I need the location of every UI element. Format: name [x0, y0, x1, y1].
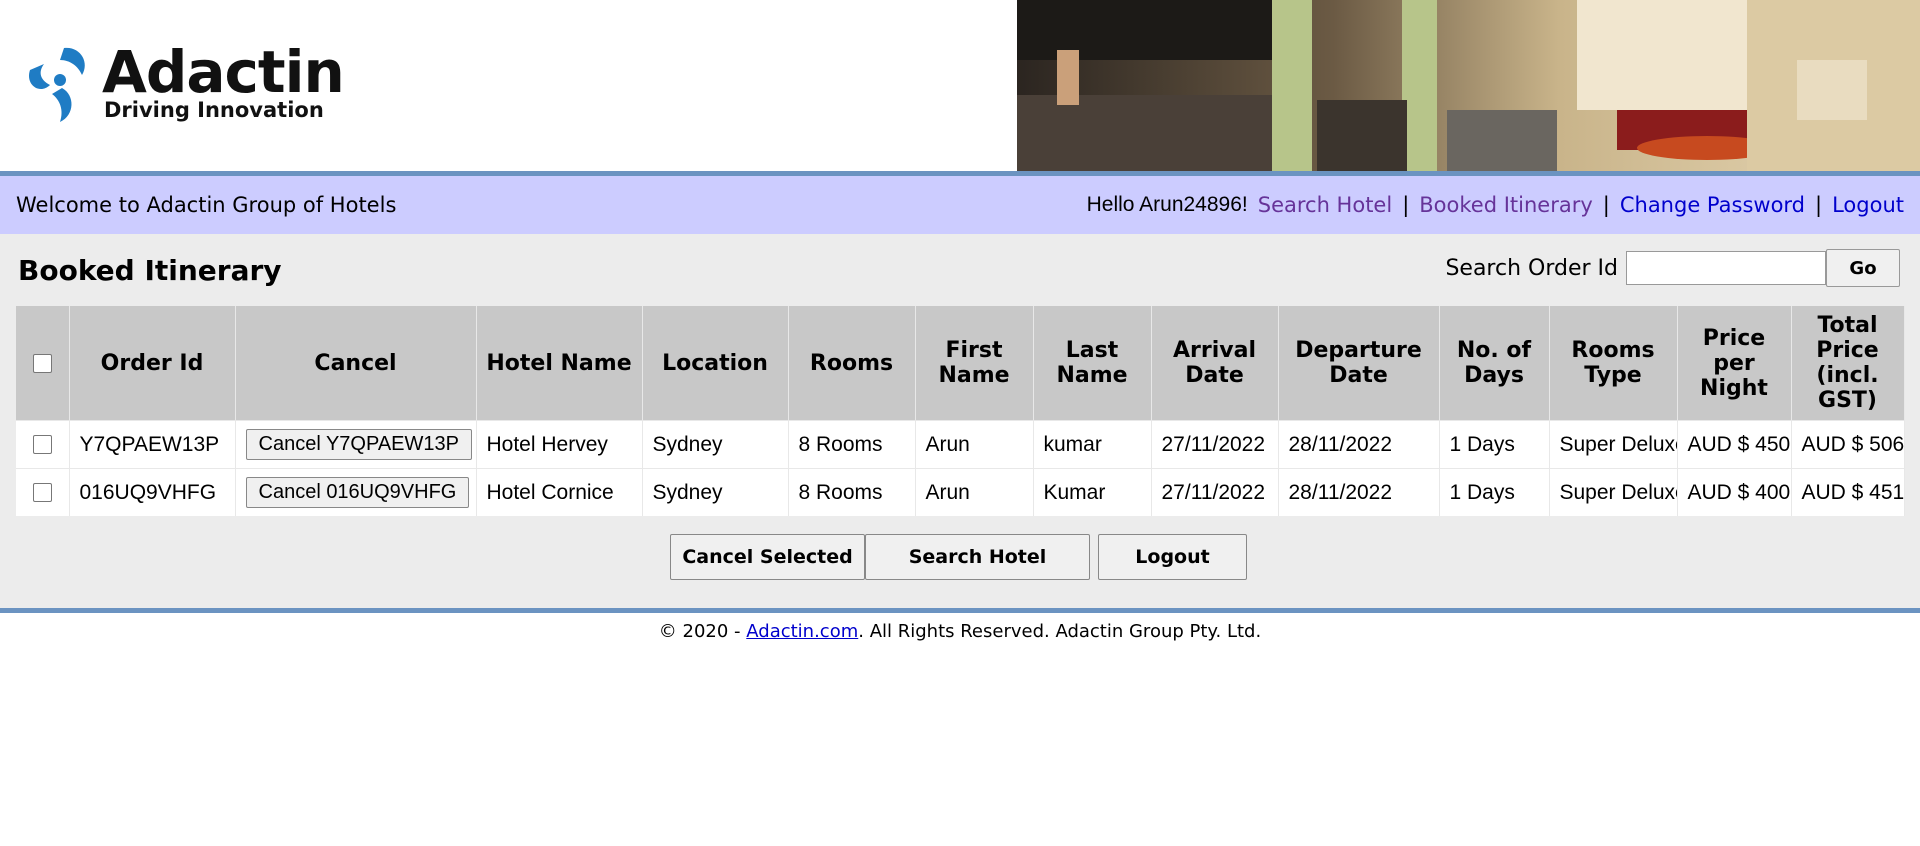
column-header: Hotel Name — [476, 306, 643, 421]
column-header: Price per Night — [1677, 306, 1792, 421]
row-select-cell — [16, 468, 70, 516]
cancel-selected-button[interactable]: Cancel Selected — [670, 534, 865, 580]
table-row: Y7QPAEW13P Cancel Y7QPAEW13P Hotel Herve… — [16, 420, 1905, 469]
location-cell: Sydney — [642, 420, 789, 469]
column-header: No. of Days — [1439, 306, 1550, 421]
footer-rights: . All Rights Reserved. Adactin Group Pty… — [858, 621, 1262, 642]
departure-date-cell: 28/11/2022 — [1278, 420, 1440, 469]
cancel-order-button[interactable]: Cancel 016UQ9VHFG — [245, 477, 470, 508]
nav-logout-link[interactable]: Logout — [1832, 193, 1904, 217]
nav-bar: Welcome to Adactin Group of Hotels Hello… — [0, 176, 1920, 234]
action-buttons: Cancel Selected Search Hotel Logout — [670, 534, 1247, 580]
first-name-cell: Arun — [915, 420, 1034, 469]
arrival-date-cell: 27/11/2022 — [1151, 468, 1279, 516]
logo-tagline: Driving Innovation — [104, 97, 324, 122]
column-header: Departure Date — [1278, 306, 1440, 421]
select-all-checkbox[interactable] — [32, 354, 52, 373]
nav-separator: | — [1402, 193, 1410, 217]
page-title: Booked Itinerary — [18, 254, 282, 287]
total-price-cell: AUD $ 451 — [1791, 468, 1905, 516]
header: Adactin Driving Innovation — [0, 0, 1920, 171]
days-cell: 1 Days — [1439, 468, 1550, 516]
footer-adactin-link[interactable]: Adactin.com — [746, 621, 858, 642]
column-header: Total Price (incl. GST) — [1791, 306, 1905, 421]
logout-button[interactable]: Logout — [1098, 534, 1247, 580]
table-row: 016UQ9VHFG Cancel 016UQ9VHFG Hotel Corni… — [16, 468, 1905, 516]
hotel-name-cell: Hotel Hervey — [476, 420, 643, 469]
rooms-cell: 8 Rooms — [788, 420, 916, 469]
row-select-cell — [16, 420, 70, 469]
main-panel: Booked Itinerary Search Order Id Go Orde… — [0, 234, 1920, 608]
column-header: Rooms Type — [1549, 306, 1678, 421]
hotel-lobby-banner — [1017, 0, 1920, 171]
column-header: Order Id — [69, 306, 236, 421]
nav-change-password-link[interactable]: Change Password — [1620, 193, 1805, 217]
rooms-type-cell: Super Deluxe — [1549, 420, 1678, 469]
welcome-text: Welcome to Adactin Group of Hotels — [16, 193, 397, 217]
select-all-cell — [16, 306, 70, 421]
cancel-cell: Cancel 016UQ9VHFG — [235, 468, 477, 516]
table-header-row: Order Id Cancel Hotel Name Location Room… — [16, 306, 1905, 421]
column-header: Last Name — [1033, 306, 1152, 421]
rooms-type-cell: Super Deluxe — [1549, 468, 1678, 516]
search-order-label: Search Order Id — [1445, 255, 1618, 281]
hotel-name-cell: Hotel Cornice — [476, 468, 643, 516]
rooms-cell: 8 Rooms — [788, 468, 916, 516]
nav-separator: | — [1602, 193, 1610, 217]
nav-booked-itinerary-link[interactable]: Booked Itinerary — [1419, 193, 1593, 217]
arrival-date-cell: 27/11/2022 — [1151, 420, 1279, 469]
logo-name: Adactin — [102, 37, 345, 106]
row-checkbox[interactable] — [32, 483, 52, 503]
column-header: Location — [642, 306, 789, 421]
location-cell: Sydney — [642, 468, 789, 516]
search-hotel-button[interactable]: Search Hotel — [865, 534, 1090, 580]
go-button[interactable]: Go — [1826, 249, 1900, 287]
search-order-input[interactable] — [1626, 251, 1826, 285]
last-name-cell: kumar — [1033, 420, 1152, 469]
itinerary-table: Order Id Cancel Hotel Name Location Room… — [16, 306, 1905, 516]
hello-user: Hello Arun24896! — [1086, 193, 1248, 216]
nav-separator: | — [1815, 193, 1823, 217]
price-night-cell: AUD $ 400 — [1677, 468, 1792, 516]
logo-swirl-icon — [29, 47, 85, 122]
cancel-order-button[interactable]: Cancel Y7QPAEW13P — [245, 429, 472, 460]
column-header: Rooms — [788, 306, 916, 421]
order-search: Search Order Id Go — [1445, 249, 1900, 287]
days-cell: 1 Days — [1439, 420, 1550, 469]
cancel-cell: Cancel Y7QPAEW13P — [235, 420, 477, 469]
order-id-cell: 016UQ9VHFG — [69, 468, 236, 516]
nav-links: Hello Arun24896! Search Hotel | Booked I… — [1087, 193, 1904, 217]
total-price-cell: AUD $ 506 — [1791, 420, 1905, 469]
order-id-cell: Y7QPAEW13P — [69, 420, 236, 469]
footer: © 2020 - Adactin.com. All Rights Reserve… — [0, 613, 1920, 642]
column-header: Cancel — [235, 306, 477, 421]
column-header: Arrival Date — [1151, 306, 1279, 421]
adactin-logo: Adactin Driving Innovation — [20, 37, 345, 125]
nav-search-hotel-link[interactable]: Search Hotel — [1258, 193, 1392, 217]
price-night-cell: AUD $ 450 — [1677, 420, 1792, 469]
footer-copyright: © 2020 - — [658, 621, 747, 642]
first-name-cell: Arun — [915, 468, 1034, 516]
column-header: First Name — [915, 306, 1034, 421]
last-name-cell: Kumar — [1033, 468, 1152, 516]
departure-date-cell: 28/11/2022 — [1278, 468, 1440, 516]
row-checkbox[interactable] — [32, 435, 52, 455]
